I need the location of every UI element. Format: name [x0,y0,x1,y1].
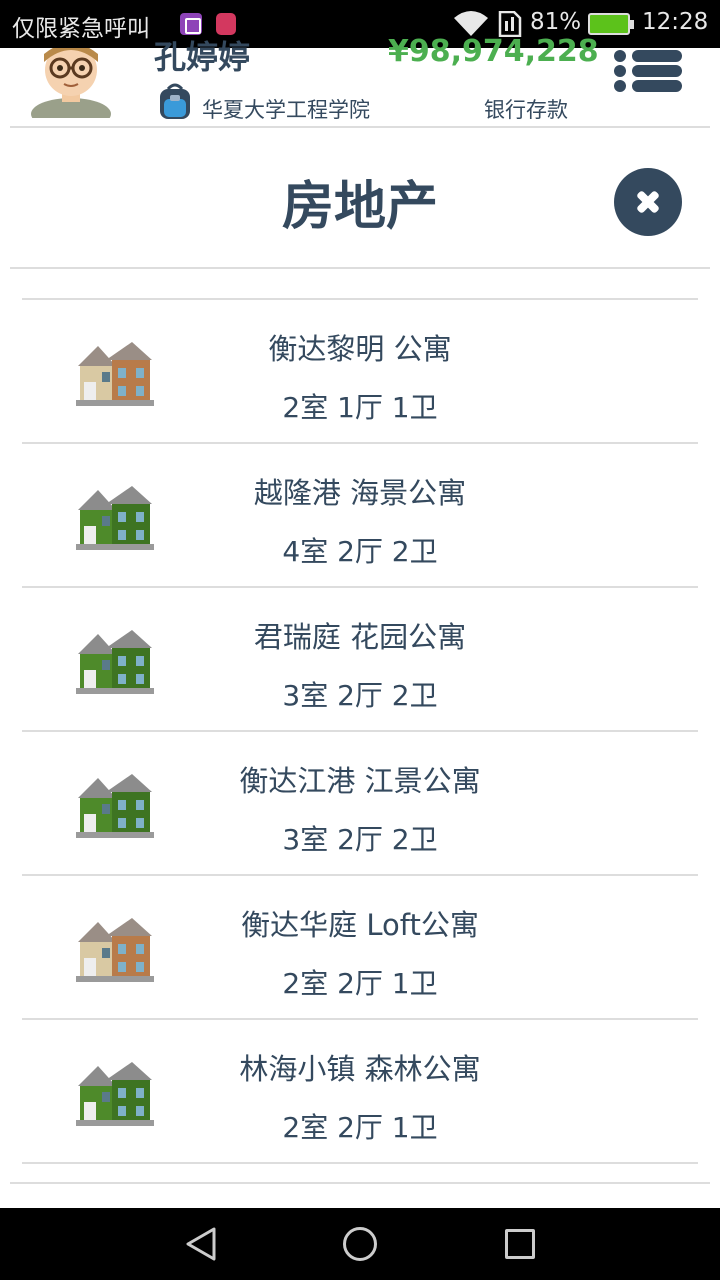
property-name: 越隆港 海景公寓 [253,476,467,510]
property-name: 衡达黎明 公寓 [268,332,452,366]
battery-percent: 81% [530,9,582,35]
school-bag-icon [160,83,190,119]
avatar[interactable] [28,48,114,118]
clock: 12:28 [642,9,709,35]
carrier-text: 仅限紧急呼叫 [12,16,150,42]
property-name: 林海小镇 森林公寓 [239,1052,481,1086]
back-icon[interactable] [184,1226,218,1262]
property-list[interactable]: 衡达黎明 公寓 2室 1厅 1卫 越隆港 海景公寓 4室 2厅 2卫 君瑞庭 花园公寓 3… [22,268,698,1182]
list-item-partial[interactable] [22,268,698,300]
property-row[interactable]: 衡达江港 江景公寓 3室 2厅 2卫 [22,732,698,876]
property-rooms: 2室 1厅 1卫 [282,391,438,424]
money-amount: ¥98,974,228 [388,34,599,69]
school-label: 华夏大学工程学院 [202,98,370,122]
recent-apps-icon[interactable] [505,1229,535,1259]
property-name: 君瑞庭 花园公寓 [253,620,467,654]
battery-icon [588,13,634,35]
player-name: 孔婷婷 [154,38,251,76]
menu-icon[interactable] [612,48,684,92]
status-bar: 仅限紧急呼叫 81% 12:28 [0,0,720,48]
header-divider [10,126,710,128]
page-title: 房地产 [281,177,438,237]
list-bottom-divider [10,1182,710,1184]
property-rooms: 3室 2厅 2卫 [282,823,438,856]
property-rooms: 2室 2厅 1卫 [282,1111,438,1144]
property-row[interactable]: 衡达黎明 公寓 2室 1厅 1卫 [22,300,698,444]
close-button[interactable] [614,168,682,236]
bank-deposit-label: 银行存款 [484,98,568,122]
property-row[interactable]: 越隆港 海景公寓 4室 2厅 2卫 [22,444,698,588]
property-rooms: 4室 2厅 2卫 [282,535,438,568]
player-header: 孔婷婷 ¥98,974,228 华夏大学工程学院 银行存款 [0,34,720,128]
property-rooms: 2室 2厅 1卫 [282,967,438,1000]
property-name: 衡达华庭 Loft公寓 [241,908,479,942]
property-row[interactable]: 林海小镇 森林公寓 2室 2厅 1卫 [22,1020,698,1164]
property-row[interactable]: 衡达华庭 Loft公寓 2室 2厅 1卫 [22,876,698,1020]
home-icon[interactable] [343,1227,377,1261]
property-row[interactable]: 君瑞庭 花园公寓 3室 2厅 2卫 [22,588,698,732]
property-rooms: 3室 2厅 2卫 [282,679,438,712]
property-name: 衡达江港 江景公寓 [239,764,481,798]
